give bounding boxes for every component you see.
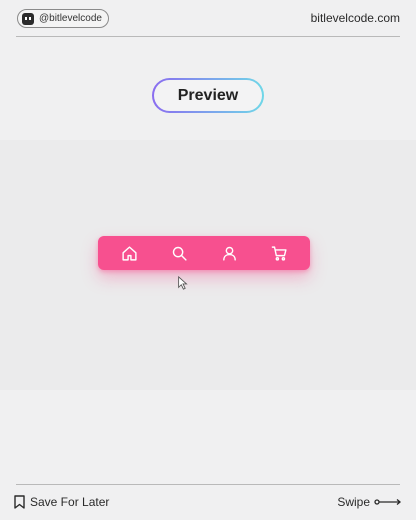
top-divider bbox=[16, 36, 400, 37]
nav-item-search[interactable] bbox=[161, 238, 197, 268]
site-url[interactable]: bitlevelcode.com bbox=[311, 11, 400, 25]
user-icon bbox=[222, 246, 236, 261]
save-for-later-label: Save For Later bbox=[30, 495, 110, 509]
bottom-divider bbox=[16, 484, 400, 485]
swipe-hint[interactable]: Swipe bbox=[337, 495, 402, 509]
bookmark-icon bbox=[14, 495, 25, 509]
arrow-right-icon bbox=[374, 499, 402, 505]
handle-badge[interactable]: @bitlevelcode bbox=[17, 9, 109, 28]
robot-logo-icon bbox=[22, 12, 34, 25]
nav-item-profile[interactable] bbox=[211, 238, 247, 268]
bottom-navbar bbox=[98, 236, 310, 270]
mouse-pointer-icon bbox=[178, 276, 188, 290]
search-icon bbox=[172, 246, 187, 261]
nav-item-home[interactable] bbox=[111, 238, 147, 268]
preview-button[interactable]: Preview bbox=[152, 78, 264, 113]
swipe-label: Swipe bbox=[337, 495, 370, 509]
top-bar: @bitlevelcode bitlevelcode.com bbox=[0, 0, 416, 38]
home-icon bbox=[121, 245, 137, 261]
save-for-later-button[interactable]: Save For Later bbox=[14, 495, 109, 509]
nav-item-cart[interactable] bbox=[261, 238, 297, 268]
handle-text: @bitlevelcode bbox=[39, 13, 102, 24]
cart-icon bbox=[271, 245, 287, 261]
